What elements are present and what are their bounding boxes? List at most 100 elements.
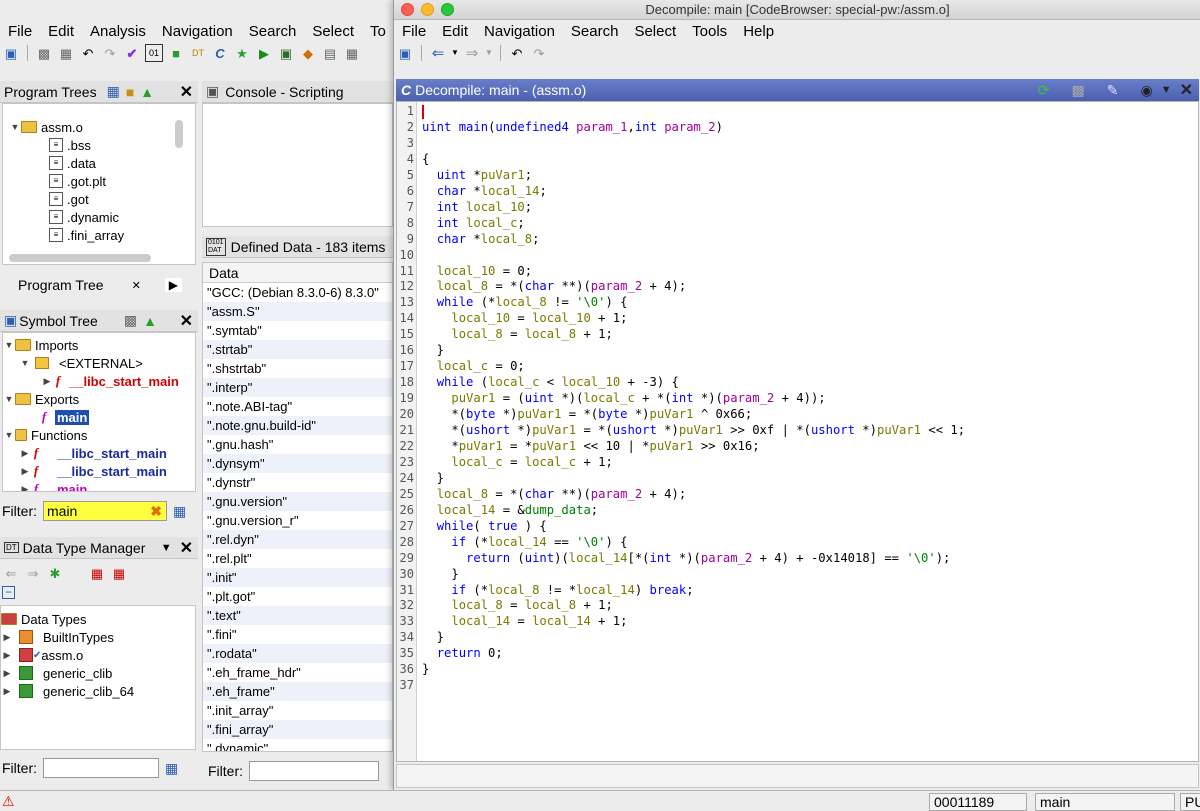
create-namespace-icon[interactable]: ▩ (124, 312, 137, 329)
code-line[interactable]: local_8 = local_8 + 1; (422, 598, 612, 612)
code-line[interactable]: while (local_c < local_10 + -3) { (422, 375, 679, 389)
close-icon[interactable]: ✕ (1180, 80, 1193, 100)
decompile-icon[interactable]: C (211, 44, 229, 62)
back-arrow-icon[interactable]: ⇐ (429, 44, 447, 62)
menu-edit[interactable]: Edit (40, 23, 82, 40)
export-main-node[interactable]: f main (3, 408, 195, 426)
defined-data-row[interactable]: ".text" (203, 606, 392, 625)
code-line[interactable]: while (*local_8 != '\0') { (422, 295, 628, 309)
defined-data-row[interactable]: ".dynsym" (203, 454, 392, 473)
expand-icon[interactable]: ▶ (1, 650, 13, 661)
code-line[interactable]: local_10 = local_10 + 1; (422, 311, 627, 325)
defined-data-row[interactable]: ".note.ABI-tag" (203, 397, 392, 416)
archive-node[interactable]: ▶ ✔ assm.o (1, 646, 195, 664)
undo-icon[interactable]: ↶ (508, 44, 526, 62)
defined-data-filter-input[interactable] (249, 761, 379, 781)
defined-data-row[interactable]: ".rel.plt" (203, 549, 392, 568)
symbol-filter-input[interactable]: main ✖ (43, 501, 167, 521)
defined-data-row[interactable]: ".gnu.version" (203, 492, 392, 511)
tree-item[interactable]: ≡ .got.plt (3, 172, 195, 190)
expand-icon[interactable]: ▶ (1, 632, 13, 643)
data-types-root[interactable]: Data Types (1, 610, 195, 628)
code-line[interactable]: uint *puVar1; (422, 168, 532, 182)
code-line[interactable]: local_14 = &dump_data; (422, 503, 598, 517)
function-node[interactable]: ▶ f main (3, 480, 195, 492)
menu-tools[interactable]: To (362, 23, 394, 40)
defined-data-row[interactable]: ".symtab" (203, 321, 392, 340)
debugger-icon[interactable]: ▣ (277, 44, 295, 62)
expand-icon[interactable]: ▶ (41, 376, 53, 387)
snapshot-icon[interactable]: ◉ (1140, 82, 1152, 99)
function-node[interactable]: ▶ f __libc_start_main (3, 462, 195, 480)
filter-options-icon[interactable]: ▦ (173, 503, 186, 520)
filter-arrays-icon[interactable]: ▦ (88, 564, 106, 582)
diamond-icon[interactable]: ◆ (299, 44, 317, 62)
tree-item[interactable]: ≡ .got (3, 190, 195, 208)
archive-node[interactable]: ▶ BuiltInTypes (1, 628, 195, 646)
imports-node[interactable]: ▼ Imports (3, 336, 195, 354)
tree-item[interactable]: ≡ .dynamic (3, 208, 195, 226)
defined-data-row[interactable]: ".gnu.version_r" (203, 511, 392, 530)
code-line[interactable]: local_14 = local_14 + 1; (422, 614, 627, 628)
exports-node[interactable]: ▼ Exports (3, 390, 195, 408)
function-node[interactable]: ▶ f __libc_start_main (3, 444, 195, 462)
code-line[interactable]: local_8 = local_8 + 1; (422, 327, 612, 341)
defined-data-row[interactable]: ".eh_frame_hdr" (203, 663, 392, 682)
zoom-window-button[interactable] (441, 3, 454, 16)
tree-item[interactable]: ≡ .data (3, 154, 195, 172)
defined-data-row[interactable]: ".fini_array" (203, 720, 392, 739)
defined-data-row[interactable]: ".init" (203, 568, 392, 587)
defined-data-row[interactable]: ".strtab" (203, 340, 392, 359)
code-line[interactable]: if (*local_14 == '\0') { (422, 535, 627, 549)
column-header-data[interactable]: Data (203, 263, 392, 283)
menu-analysis[interactable]: Analysis (82, 23, 154, 40)
defined-data-row[interactable]: ".interp" (203, 378, 392, 397)
defined-data-row[interactable]: "assm.S" (203, 302, 392, 321)
code-line[interactable]: local_c = local_c + 1; (422, 455, 612, 469)
expand-icon[interactable]: ▼ (19, 358, 31, 368)
new-tree-icon[interactable]: ▦ (107, 83, 120, 100)
expand-icon[interactable]: ▼ (3, 340, 15, 350)
import-function-node[interactable]: ▶ f __libc_start_main (3, 372, 195, 390)
expand-icon[interactable]: ▶ (1, 686, 13, 697)
expand-icon[interactable]: ▶ (19, 466, 31, 477)
code-line[interactable]: } (422, 471, 444, 485)
menu-file[interactable]: File (394, 23, 434, 40)
expand-icon[interactable]: ▶ (19, 484, 31, 492)
bytes-icon[interactable]: 01 (145, 44, 163, 62)
expand-icon[interactable]: ▼ (3, 430, 15, 440)
code-line[interactable]: char *local_14; (422, 184, 547, 198)
defined-data-row[interactable]: ".eh_frame" (203, 682, 392, 701)
tool-icon[interactable]: ▦ (57, 44, 75, 62)
save-icon[interactable]: ▣ (2, 44, 20, 62)
code-line[interactable]: *puVar1 = *puVar1 << 10 | *puVar1 >> 0x1… (422, 439, 759, 453)
forward-arrow-icon[interactable]: ⇒ (463, 44, 481, 62)
menu-edit[interactable]: Edit (434, 23, 476, 40)
close-icon[interactable]: ✕ (180, 311, 193, 331)
edit-icon[interactable]: ✎ (1107, 82, 1119, 99)
tree-tool-icon[interactable]: ▲ (140, 84, 154, 100)
tree-item[interactable]: ≡ .fini_array (3, 226, 195, 244)
archive-node[interactable]: ▶ generic_clib_64 (1, 682, 195, 700)
expand-icon[interactable]: ▼ (3, 394, 15, 404)
refresh-icon[interactable]: ⟳ (1038, 82, 1050, 99)
code-line[interactable]: *(ushort *)puVar1 = *(ushort *)puVar1 >>… (422, 423, 965, 437)
code-line[interactable]: if (*local_8 != *local_14) break; (422, 583, 693, 597)
tab-list-icon[interactable]: ▶ (164, 278, 182, 292)
code-line[interactable]: local_c = 0; (422, 359, 525, 373)
tree-root[interactable]: ▼ assm.o (3, 118, 195, 136)
go-icon[interactable]: ▲ (143, 313, 157, 329)
redo-icon[interactable]: ↷ (101, 44, 119, 62)
minimize-window-button[interactable] (421, 3, 434, 16)
defined-data-row[interactable]: ".rel.dyn" (203, 530, 392, 549)
menu-search[interactable]: Search (563, 23, 627, 40)
save-icon[interactable]: ▣ (396, 44, 414, 62)
close-icon[interactable]: ✕ (180, 82, 193, 102)
horizontal-scrollbar[interactable] (9, 254, 151, 262)
close-tab-icon[interactable]: ✕ (132, 279, 141, 292)
defined-data-row[interactable]: ".shstrtab" (203, 359, 392, 378)
close-icon[interactable]: ✕ (180, 538, 193, 558)
expand-icon[interactable]: ▼ (9, 122, 21, 132)
run-icon[interactable]: ▶ (255, 44, 273, 62)
tree-item[interactable]: ≡ .bss (3, 136, 195, 154)
